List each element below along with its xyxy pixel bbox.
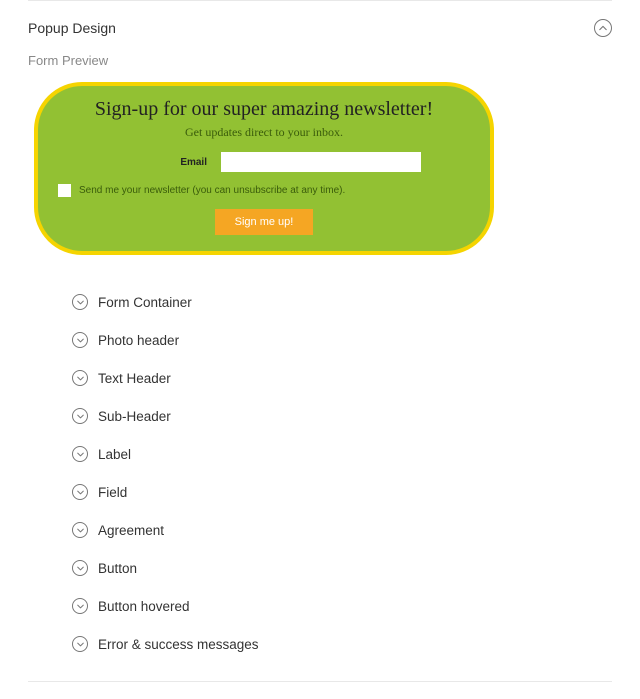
- email-label: Email: [107, 157, 207, 168]
- signup-button[interactable]: Sign me up!: [215, 209, 314, 235]
- settings-item-label: Label: [98, 447, 131, 462]
- settings-item-label: Photo header: [98, 333, 179, 348]
- settings-item-label[interactable]: Label: [72, 435, 612, 473]
- chevron-down-icon: [72, 598, 88, 614]
- email-input[interactable]: [221, 152, 421, 172]
- chevron-down-icon: [72, 408, 88, 424]
- settings-item-button-hovered[interactable]: Button hovered: [72, 587, 612, 625]
- settings-item-label: Sub-Header: [98, 409, 171, 424]
- settings-list: Form Container Photo header Text Header …: [28, 265, 612, 681]
- popup-subtitle: Get updates direct to your inbox.: [52, 125, 476, 140]
- popup-container: Sign-up for our super amazing newsletter…: [34, 82, 494, 255]
- popup-title: Sign-up for our super amazing newsletter…: [52, 98, 476, 121]
- agreement-text: Send me your newsletter (you can unsubsc…: [79, 185, 345, 196]
- settings-item-error-success[interactable]: Error & success messages: [72, 625, 612, 663]
- settings-item-label: Agreement: [98, 523, 164, 538]
- chevron-down-icon: [72, 332, 88, 348]
- settings-item-label: Text Header: [98, 371, 171, 386]
- section-title: Popup Design: [28, 20, 116, 36]
- settings-item-photo-header[interactable]: Photo header: [72, 321, 612, 359]
- chevron-down-icon: [72, 370, 88, 386]
- form-preview: Sign-up for our super amazing newsletter…: [28, 82, 612, 265]
- settings-item-field[interactable]: Field: [72, 473, 612, 511]
- agreement-row: Send me your newsletter (you can unsubsc…: [58, 184, 476, 197]
- settings-item-text-header[interactable]: Text Header: [72, 359, 612, 397]
- chevron-down-icon: [72, 560, 88, 576]
- form-preview-label: Form Preview: [28, 53, 612, 68]
- settings-item-button[interactable]: Button: [72, 549, 612, 587]
- settings-item-label: Button: [98, 561, 137, 576]
- chevron-down-icon: [72, 522, 88, 538]
- chevron-down-icon: [72, 446, 88, 462]
- chevron-down-icon: [72, 484, 88, 500]
- settings-item-form-container[interactable]: Form Container: [72, 283, 612, 321]
- settings-item-label: Form Container: [98, 295, 192, 310]
- settings-item-label: Button hovered: [98, 599, 190, 614]
- settings-item-sub-header[interactable]: Sub-Header: [72, 397, 612, 435]
- chevron-up-icon: [594, 19, 612, 37]
- settings-item-label: Error & success messages: [98, 637, 259, 652]
- chevron-down-icon: [72, 294, 88, 310]
- section-header-popup-design[interactable]: Popup Design: [28, 1, 612, 53]
- settings-item-agreement[interactable]: Agreement: [72, 511, 612, 549]
- email-field-row: Email: [52, 152, 476, 172]
- chevron-down-icon: [72, 636, 88, 652]
- settings-item-label: Field: [98, 485, 127, 500]
- agreement-checkbox[interactable]: [58, 184, 71, 197]
- divider-bottom: [28, 681, 612, 682]
